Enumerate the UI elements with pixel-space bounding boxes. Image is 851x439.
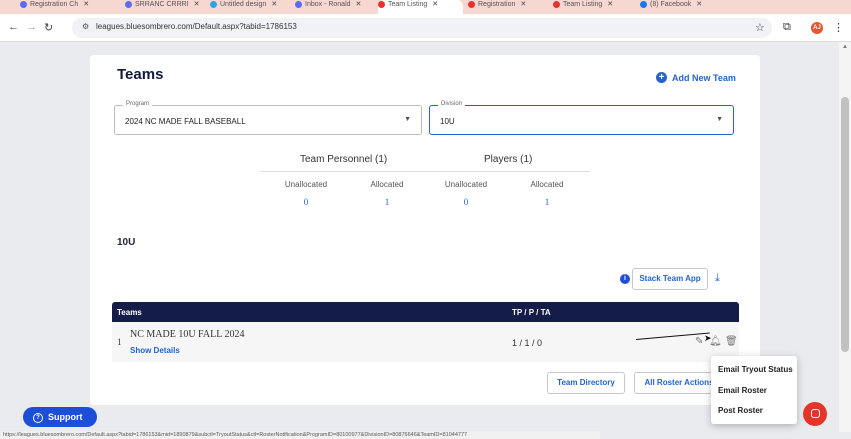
browser-tab-2[interactable]: SRRANC CRRRI ✕	[125, 0, 205, 14]
team-personnel-heading: Team Personnel (1)	[300, 154, 388, 165]
division-legend: Division	[438, 101, 466, 107]
page-title: Teams	[117, 66, 164, 83]
menu-item-email-tryout-status[interactable]: Email Tryout Status	[718, 365, 793, 374]
bell-icon[interactable]: 🔔︎	[709, 336, 722, 347]
info-icon[interactable]: i	[620, 274, 630, 284]
close-icon[interactable]: ✕	[356, 0, 362, 10]
team-tpa-value: 1 / 1 / 0	[512, 338, 543, 348]
division-value: 10U	[440, 117, 455, 126]
col-teams: Teams	[117, 308, 142, 317]
tab-favicon-icon	[295, 1, 302, 8]
close-icon[interactable]: ✕	[83, 0, 89, 10]
address-bar: ← → ↻ ⚙ leagues.bluesombrero.com/Default…	[0, 14, 851, 42]
notification-menu: Email Tryout Status Email Roster Post Ro…	[711, 356, 797, 424]
browser-tab-3[interactable]: Untitled design ✕	[210, 0, 290, 14]
players-unallocated-label: Unallocated	[444, 180, 488, 189]
support-button[interactable]: ? Support	[23, 407, 97, 427]
browser-tab-4[interactable]: Inbox - Ronald ✕	[295, 0, 375, 14]
chat-launcher-button[interactable]	[803, 402, 827, 426]
team-directory-button[interactable]: Team Directory	[547, 372, 625, 394]
tab-favicon-icon	[20, 1, 27, 8]
extensions-icon[interactable]: ⧉	[783, 21, 791, 34]
col-tp-p-ta: TP / P / TA	[512, 308, 551, 317]
tab-favicon-icon	[210, 1, 217, 8]
show-details-link[interactable]: Show Details	[130, 346, 180, 355]
players-unallocated-count[interactable]: 0	[426, 197, 506, 207]
close-icon[interactable]: ✕	[432, 0, 438, 10]
chat-icon	[811, 409, 820, 418]
tab-favicon-icon	[468, 1, 475, 8]
chevron-down-icon: ▼	[404, 116, 411, 123]
back-icon[interactable]: ←	[8, 21, 19, 33]
players-allocated-count[interactable]: 1	[507, 197, 587, 207]
menu-item-email-roster[interactable]: Email Roster	[718, 386, 767, 395]
program-select[interactable]: Program 2024 NC MADE FALL BASEBALL ▼	[114, 101, 422, 135]
teams-table-header: Teams TP / P / TA	[112, 302, 739, 322]
team-name: NC MADE 10U FALL 2024	[130, 329, 245, 340]
plus-icon: +	[656, 72, 667, 83]
profile-avatar[interactable]: AJ	[811, 22, 823, 34]
stats-divider	[260, 171, 590, 172]
scroll-thumb[interactable]	[841, 97, 849, 352]
close-icon[interactable]: ✕	[607, 0, 613, 10]
download-icon[interactable]: ⤓	[715, 272, 720, 285]
help-icon: ?	[33, 412, 43, 423]
personnel-unallocated-label: Unallocated	[284, 180, 328, 189]
page-scrollbar[interactable]: ▲	[839, 42, 851, 432]
program-legend: Program	[123, 101, 153, 107]
browser-tabstrip: Registration Ch ✕ SRRANC CRRRI ✕ Untitled …	[0, 0, 851, 14]
reload-icon[interactable]: ↻	[44, 21, 53, 34]
program-value: 2024 NC MADE FALL BASEBALL	[125, 117, 246, 126]
close-icon[interactable]: ✕	[696, 0, 702, 10]
row-number: 1	[117, 337, 122, 347]
add-new-team-button[interactable]: + Add New Team	[656, 72, 736, 83]
division-heading: 10U	[117, 237, 136, 248]
division-select[interactable]: Division 10U ▼	[429, 101, 734, 135]
forward-icon[interactable]: →	[26, 21, 37, 33]
browser-tab-active[interactable]: Team Listing ✕	[378, 0, 463, 14]
players-allocated-label: Allocated	[530, 180, 564, 189]
bookmark-star-icon[interactable]: ☆	[755, 21, 765, 34]
browser-tab-1[interactable]: Registration Ch ✕	[20, 0, 120, 14]
status-url: https://leagues.bluesombrero.com/Default…	[0, 431, 600, 439]
browser-tab-6[interactable]: Registration ✕	[468, 0, 548, 14]
personnel-allocated-count[interactable]: 1	[347, 197, 427, 207]
table-row	[112, 322, 739, 362]
tab-favicon-icon	[125, 1, 132, 8]
edit-pencil-icon[interactable]: ✎	[695, 336, 703, 347]
close-icon[interactable]: ✕	[194, 0, 200, 10]
personnel-unallocated-count[interactable]: 0	[266, 197, 346, 207]
menu-item-post-roster[interactable]: Post Roster	[718, 406, 763, 415]
tab-favicon-icon	[553, 1, 560, 8]
site-info-icon[interactable]: ⚙	[82, 22, 89, 31]
tab-favicon-icon	[378, 1, 385, 8]
personnel-allocated-label: Allocated	[370, 180, 404, 189]
browser-tab-8[interactable]: (8) Facebook ✕	[640, 0, 735, 14]
browser-tab-7[interactable]: Team Listing ✕	[553, 0, 633, 14]
chevron-down-icon: ▼	[716, 116, 723, 123]
scroll-up-icon[interactable]: ▲	[842, 44, 848, 50]
trash-icon[interactable]: 🗑︎	[725, 336, 738, 347]
players-heading: Players (1)	[484, 154, 533, 165]
tab-favicon-icon	[640, 1, 647, 8]
close-icon[interactable]: ✕	[271, 0, 277, 10]
menu-dots-icon[interactable]: ⋮	[833, 21, 844, 34]
close-icon[interactable]: ✕	[520, 0, 526, 10]
url-text[interactable]: leagues.bluesombrero.com/Default.aspx?ta…	[96, 22, 297, 31]
stack-team-app-button[interactable]: Stack Team App	[632, 268, 708, 290]
